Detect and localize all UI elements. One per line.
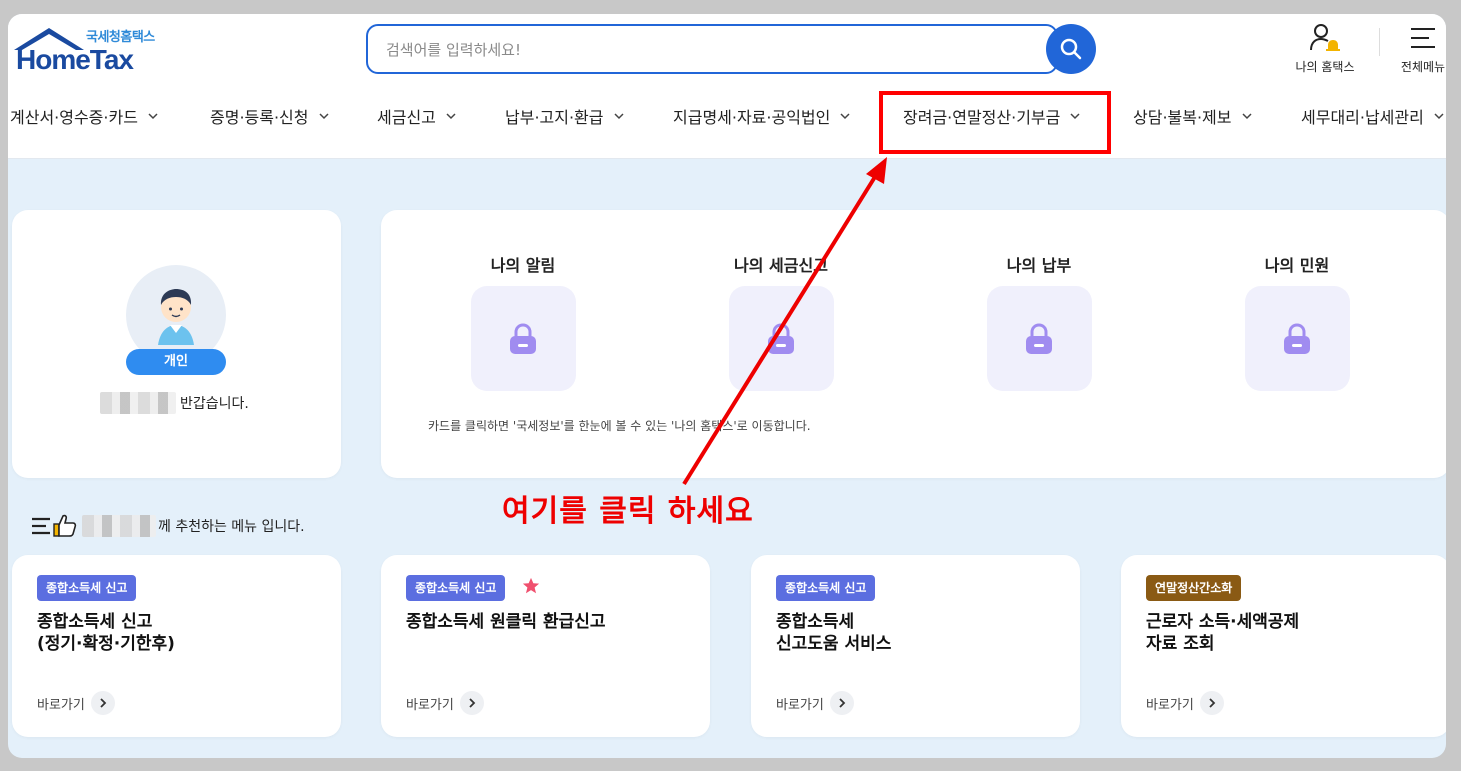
go-link[interactable]: 바로가기 — [776, 691, 854, 715]
menu-card-filing-help[interactable]: 종합소득세 신고 종합소득세 신고도움 서비스 바로가기 — [751, 555, 1080, 737]
my-hometax-button[interactable]: 나의 홈택스 — [1290, 22, 1360, 75]
chevron-down-icon — [1241, 113, 1252, 120]
gnb-label: 계산서·영수증·카드 — [10, 108, 138, 127]
thumbs-up-menu-icon — [32, 514, 77, 537]
search-button[interactable] — [1046, 24, 1096, 74]
all-menu-button[interactable]: 전체메뉴 — [1398, 22, 1446, 75]
chevron-right-icon — [459, 691, 484, 715]
chevron-down-icon — [148, 113, 158, 120]
gnb-label: 세무대리·납세관리 — [1301, 108, 1424, 127]
chevron-right-icon — [829, 691, 854, 715]
screen-frame: 국세청홈택스 HomeTax 나의 홈택스 — [0, 0, 1461, 771]
recommend-heading-text: 께 추천하는 메뉴 입니다. — [158, 519, 305, 535]
category-tag: 연말정산간소화 — [1146, 575, 1242, 601]
category-tag: 종합소득세 신고 — [37, 575, 137, 601]
chevron-right-icon — [1199, 691, 1224, 715]
utility-divider — [1379, 28, 1380, 56]
lock-icon — [1026, 322, 1052, 354]
category-tag: 종합소득세 신고 — [776, 575, 876, 601]
category-tag: 종합소득세 신고 — [406, 575, 506, 601]
chevron-down-icon — [1434, 113, 1444, 120]
my-hometax-label: 나의 홈택스 — [1295, 60, 1355, 74]
gnb-item-certificates[interactable]: 증명·등록·신청 — [210, 104, 329, 128]
info-title: 나의 납부 — [1006, 256, 1072, 275]
info-tile — [1244, 286, 1350, 391]
lock-icon — [768, 322, 794, 354]
user-type-badge: 개인 — [126, 349, 226, 375]
annotation-text: 여기를 클릭 하세요 — [502, 494, 754, 529]
hometax-logo[interactable]: 국세청홈택스 HomeTax — [10, 24, 170, 80]
recommend-heading: 께 추천하는 메뉴 입니다. — [30, 512, 305, 540]
gnb-item-payment[interactable]: 납부·고지·환급 — [505, 104, 624, 128]
menu-card-deduction-lookup[interactable]: 연말정산간소화 근로자 소득·세액공제 자료 조회 바로가기 — [1121, 555, 1446, 737]
menu-card-title: 종합소득세 신고 (정기·확정·기한후) — [37, 612, 175, 654]
hamburger-icon — [1411, 28, 1435, 48]
menu-card-income-tax-filing[interactable]: 종합소득세 신고 종합소득세 신고 (정기·확정·기한후) 바로가기 — [12, 555, 341, 737]
chevron-down-icon — [318, 113, 329, 120]
go-label: 바로가기 — [406, 697, 454, 713]
gnb-label: 증명·등록·신청 — [210, 108, 309, 127]
profile-card: 개인 반갑습니다. — [12, 210, 341, 478]
go-label: 바로가기 — [1146, 697, 1194, 713]
chevron-down-icon — [613, 113, 624, 120]
logo-subtitle: 국세청홈택스 — [86, 30, 155, 45]
user-bell-icon — [1310, 24, 1340, 51]
greeting-text: 반갑습니다. — [180, 396, 249, 412]
menu-card-title: 근로자 소득·세액공제 자료 조회 — [1146, 612, 1300, 654]
gnb-item-tax-agent[interactable]: 세무대리·납세관리 — [1301, 104, 1444, 128]
my-payment-card[interactable]: 나의 납부 — [969, 252, 1109, 391]
my-civil-request-card[interactable]: 나의 민원 — [1227, 252, 1367, 391]
gnb-label: 상담·불복·제보 — [1133, 108, 1232, 127]
menu-card-title: 종합소득세 원클릭 환급신고 — [406, 612, 606, 632]
my-info-card: 나의 알림 나의 세금신고 나의 납부 나의 민원 카드를 클릭하면 '국세정보… — [381, 210, 1446, 478]
chevron-down-icon — [840, 113, 850, 120]
greeting: 반갑습니다. — [100, 392, 249, 414]
lock-icon — [1284, 322, 1310, 354]
gnb-label: 세금신고 — [377, 108, 436, 127]
browser-window: 국세청홈택스 HomeTax 나의 홈택스 — [8, 14, 1446, 758]
chevron-right-icon — [90, 691, 115, 715]
info-tile — [728, 286, 834, 391]
menu-card-one-click-refund[interactable]: 종합소득세 신고 종합소득세 원클릭 환급신고 바로가기 — [381, 555, 710, 737]
lock-icon — [510, 322, 536, 354]
my-notifications-card[interactable]: 나의 알림 — [453, 252, 593, 391]
my-tax-filing-card[interactable]: 나의 세금신고 — [711, 252, 851, 391]
star-icon — [522, 577, 540, 594]
menu-card-title: 종합소득세 신고도움 서비스 — [776, 612, 892, 654]
info-title: 나의 민원 — [1264, 256, 1330, 275]
info-title: 나의 세금신고 — [734, 256, 828, 275]
gnb-label: 납부·고지·환급 — [505, 108, 604, 127]
gnb-item-statements[interactable]: 지급명세·자료·공익법인 — [673, 104, 850, 128]
go-link[interactable]: 바로가기 — [406, 691, 484, 715]
go-link[interactable]: 바로가기 — [1146, 691, 1224, 715]
all-menu-label: 전체메뉴 — [1400, 60, 1446, 74]
search-icon — [1060, 38, 1082, 60]
blurred-username — [82, 515, 156, 537]
go-link[interactable]: 바로가기 — [37, 691, 115, 715]
search-input[interactable] — [386, 38, 986, 62]
gnb-item-tax-filing[interactable]: 세금신고 — [377, 104, 456, 128]
info-title: 나의 알림 — [490, 256, 556, 275]
search-box — [366, 24, 1058, 74]
gnb-label: 지급명세·자료·공익법인 — [673, 108, 831, 127]
info-tile — [470, 286, 576, 391]
gnb-item-invoices[interactable]: 계산서·영수증·카드 — [10, 104, 158, 128]
blurred-username — [100, 392, 176, 414]
header: 국세청홈택스 HomeTax 나의 홈택스 — [8, 14, 1446, 159]
logo-wordmark: HomeTax — [16, 44, 134, 75]
global-nav: 계산서·영수증·카드 증명·등록·신청 세금신고 납부·고지·환급 지급명세·자… — [8, 104, 1446, 134]
go-label: 바로가기 — [776, 697, 824, 713]
go-label: 바로가기 — [37, 697, 85, 713]
info-card-note: 카드를 클릭하면 '국세정보'를 한눈에 볼 수 있는 '나의 홈택스'로 이동… — [428, 419, 811, 433]
gnb-item-consultation[interactable]: 상담·불복·제보 — [1133, 104, 1252, 128]
chevron-down-icon — [446, 113, 456, 120]
info-tile — [986, 286, 1092, 391]
highlight-box — [879, 91, 1111, 154]
